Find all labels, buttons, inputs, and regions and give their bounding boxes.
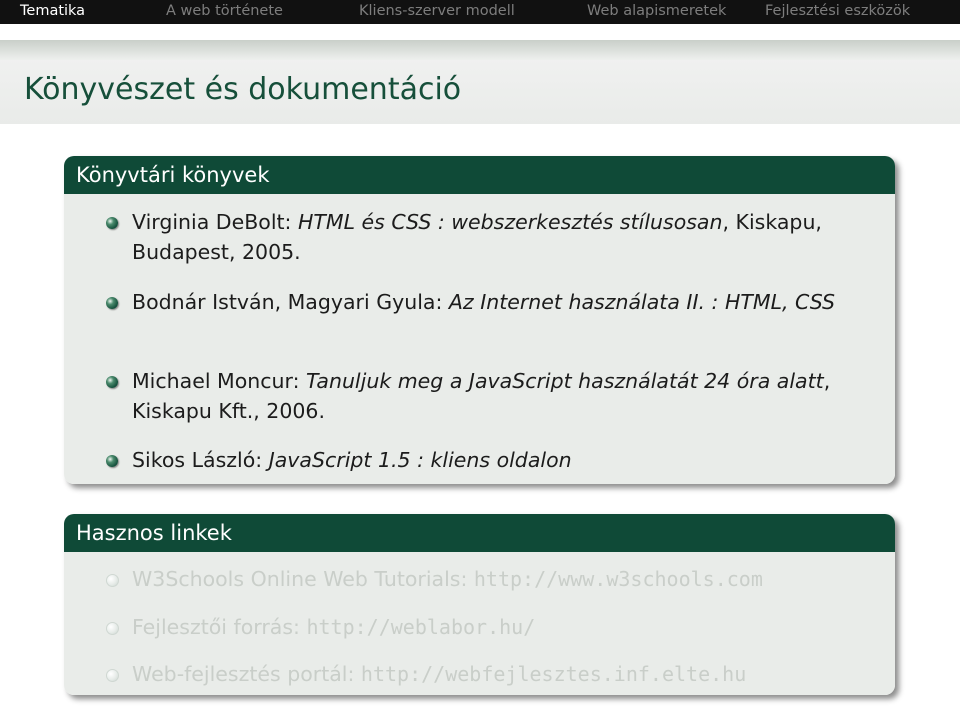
- book-item: Michael Moncur: Tanuljuk meg a JavaScrip…: [106, 366, 872, 426]
- link-url[interactable]: http://weblabor.hu/: [306, 615, 535, 639]
- nav-item-tematika[interactable]: Tematika: [20, 3, 85, 19]
- link-item: W3Schools Online Web Tutorials: http://w…: [106, 564, 872, 594]
- link-url[interactable]: http://www.w3schools.com: [474, 567, 763, 591]
- bullet-icon: [106, 217, 118, 229]
- link-item: Fejlesztői forrás: http://weblabor.hu/: [106, 612, 872, 642]
- links-block-title: Hasznos linkek: [64, 514, 895, 552]
- section-navigation-bar: Tematika A web története Kliens-szerver …: [0, 0, 960, 24]
- books-block: Könyvtári könyvek Virginia DeBolt: HTML …: [64, 156, 895, 484]
- bullet-icon: [106, 376, 118, 388]
- bullet-icon: [106, 574, 119, 587]
- nav-item-web-tortenete[interactable]: A web története: [166, 3, 283, 19]
- title-band-strip: [0, 40, 960, 60]
- frame-title: Könyvészet és dokumentáció: [24, 72, 462, 107]
- link-item: Web-fejlesztés portál: http://webfejlesz…: [106, 659, 872, 689]
- nav-item-web-alapismeretek[interactable]: Web alapismeretek: [587, 3, 726, 19]
- book-item: Bodnár István, Magyari Gyula: Az Interne…: [106, 287, 872, 317]
- bullet-icon: [106, 455, 118, 467]
- nav-item-fejlesztesi-eszkozok[interactable]: Fejlesztési eszközök: [765, 3, 910, 19]
- links-block: Hasznos linkek W3Schools Online Web Tuto…: [64, 514, 895, 695]
- nav-item-kliens-szerver[interactable]: Kliens-szerver modell: [359, 3, 515, 19]
- bullet-icon: [106, 669, 119, 682]
- books-block-title: Könyvtári könyvek: [64, 156, 895, 194]
- book-item: Virginia DeBolt: HTML és CSS : webszerke…: [106, 207, 872, 267]
- bullet-icon: [106, 297, 118, 309]
- book-item: Sikos László: JavaScript 1.5 : kliens ol…: [106, 445, 872, 475]
- link-url[interactable]: http://webfejlesztes.inf.elte.hu: [361, 662, 746, 686]
- bullet-icon: [106, 622, 119, 635]
